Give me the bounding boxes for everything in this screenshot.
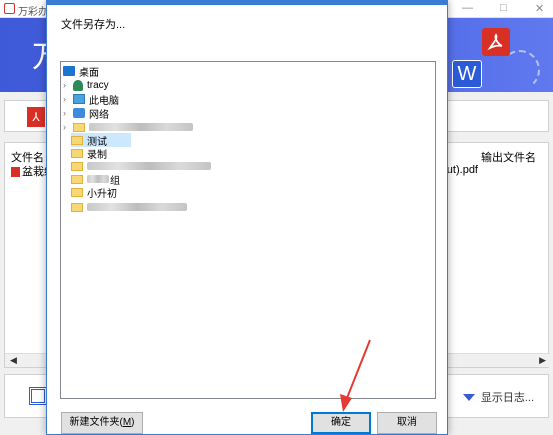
tree-item-blurred-folder[interactable]	[71, 159, 211, 173]
folder-icon	[71, 148, 83, 158]
new-folder-label-end: )	[131, 417, 135, 428]
redacted-label	[87, 203, 187, 211]
tree-item-primary[interactable]: 小升初	[71, 185, 117, 200]
tree-label: 桌面	[79, 67, 99, 79]
qr-code-icon[interactable]	[29, 387, 47, 405]
new-folder-label: 新建文件夹(	[69, 417, 123, 428]
minimize-icon[interactable]: —	[462, 2, 473, 14]
new-folder-accesskey: M	[122, 417, 132, 428]
folder-icon	[71, 135, 83, 145]
computer-icon	[73, 94, 85, 104]
folder-icon	[71, 187, 83, 197]
expand-arrow-icon[interactable]: ›	[63, 94, 73, 104]
app-logo-icon	[4, 3, 15, 14]
tree-item-user[interactable]: › tracy	[63, 78, 109, 92]
tree-item-desktop[interactable]: 桌面	[63, 64, 99, 79]
tree-item-blurred-folder[interactable]	[71, 200, 187, 214]
folder-icon	[71, 202, 83, 212]
redacted-label	[87, 162, 211, 170]
desktop-icon	[63, 66, 75, 76]
tree-label: 小升初	[87, 188, 117, 200]
decorative-arc-icon	[500, 50, 540, 90]
scroll-right-icon[interactable]: ▶	[539, 355, 546, 366]
cancel-button[interactable]: 取消	[377, 412, 437, 434]
folder-icon	[71, 161, 83, 171]
ok-label: 确定	[331, 417, 351, 428]
tree-item-pc[interactable]: › 此电脑	[63, 92, 119, 107]
ok-button[interactable]: 确定	[311, 412, 371, 434]
column-header-output[interactable]: 输出文件名	[481, 149, 536, 165]
user-icon	[73, 79, 83, 91]
tree-label: 此电脑	[89, 95, 119, 107]
expand-arrow-icon[interactable]: ›	[63, 122, 73, 132]
add-pdf-icon[interactable]: ⅄	[27, 107, 45, 127]
redacted-label	[87, 175, 109, 183]
tree-item-blurred-folder[interactable]: ›	[63, 120, 193, 134]
pdf-file-icon	[11, 167, 20, 178]
close-icon[interactable]: ✕	[535, 2, 544, 15]
word-logo-icon: W	[452, 60, 482, 88]
chevron-down-icon	[462, 393, 475, 401]
redacted-label	[89, 123, 193, 131]
maximize-icon[interactable]: □	[500, 2, 507, 14]
folder-icon	[73, 122, 85, 132]
folder-tree[interactable]: 桌面 › tracy › 此电脑 › 网络 › 测试 录制 组 小升初	[60, 61, 436, 399]
folder-icon	[71, 174, 83, 184]
tree-label: 网络	[89, 109, 109, 121]
expand-arrow-icon[interactable]: ›	[63, 108, 73, 118]
tree-item-network[interactable]: › 网络	[63, 106, 109, 121]
expand-arrow-icon[interactable]: ›	[63, 80, 73, 90]
show-log-button[interactable]: 显示日志...	[462, 389, 534, 405]
pdf-logo-icon	[482, 28, 510, 56]
dialog-titlebar	[47, 1, 447, 5]
show-log-label: 显示日志...	[480, 392, 534, 404]
dialog-title: 文件另存为...	[61, 19, 126, 31]
save-as-dialog: 文件另存为... 桌面 › tracy › 此电脑 › 网络 › 测试 录制 组…	[46, 0, 448, 435]
tree-label: tracy	[87, 79, 109, 91]
cancel-label: 取消	[397, 417, 417, 428]
network-icon	[73, 108, 85, 118]
scroll-left-icon[interactable]: ◀	[10, 355, 17, 366]
new-folder-button[interactable]: 新建文件夹(M)	[61, 412, 143, 434]
tree-item-record[interactable]: 录制	[71, 146, 107, 161]
